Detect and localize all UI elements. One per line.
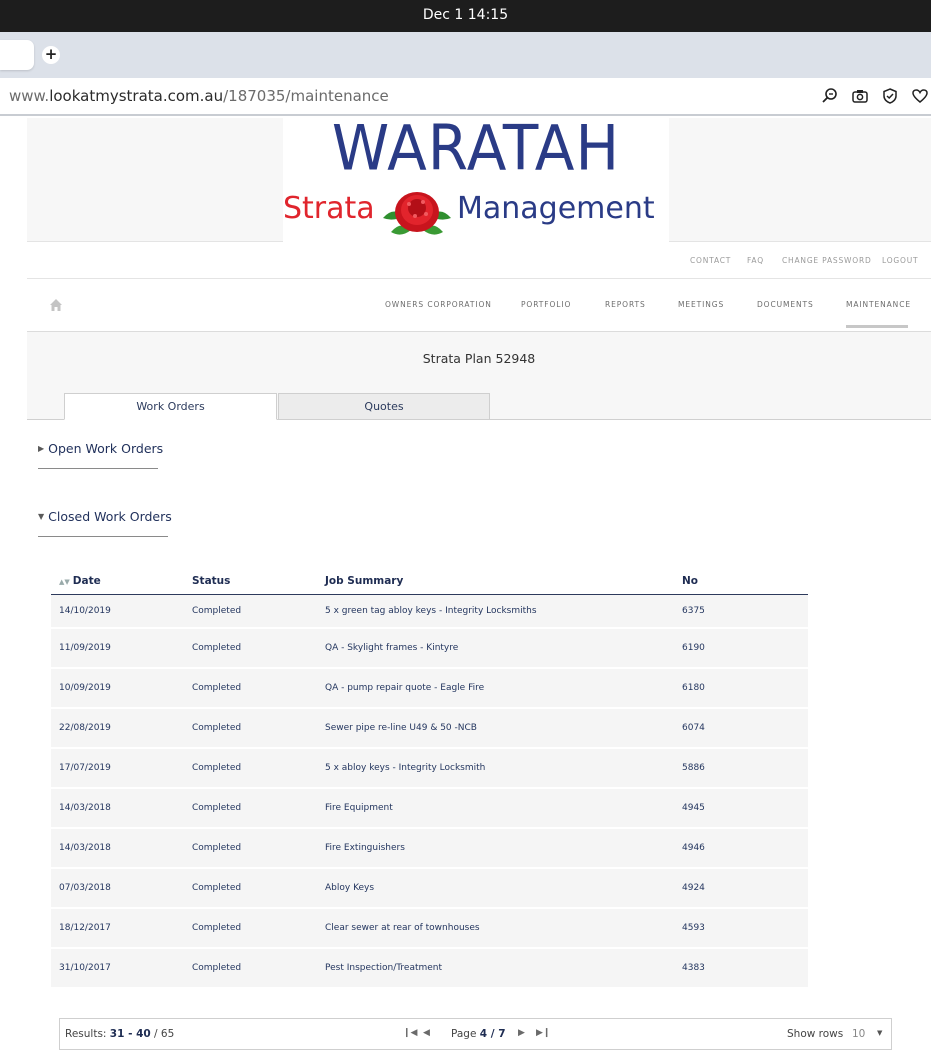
heart-icon[interactable]: [911, 87, 929, 105]
logo-management-text: Management: [457, 191, 655, 226]
browser-tab[interactable]: [0, 40, 34, 70]
logo-strata-text: Strata: [283, 191, 375, 226]
os-top-bar: Dec 1 14:15: [0, 0, 931, 32]
table-row[interactable]: 14/03/2018 Completed Fire Equipment 4945: [51, 788, 808, 829]
table-header-row: ▲▼ Date Status Job Summary No: [51, 568, 808, 595]
tab-quotes[interactable]: Quotes: [278, 393, 490, 420]
table-row[interactable]: 17/07/2019 Completed 5 x abloy keys - Inte…: [51, 748, 808, 789]
work-orders-panel: ▶ Open Work Orders ▼ Closed Work Orders ▲▼…: [27, 420, 931, 1058]
tab-work-orders[interactable]: Work Orders: [64, 393, 277, 420]
section-divider: [38, 468, 158, 469]
table-row[interactable]: 11/09/2019 Completed QA - Skylight frames …: [51, 628, 808, 669]
sort-icon[interactable]: ▲▼: [59, 578, 70, 586]
nav-meetings[interactable]: MEETINGS: [678, 300, 724, 309]
col-header-job-summary[interactable]: Job Summary: [317, 568, 674, 595]
rows-per-page-select[interactable]: 10: [852, 1028, 865, 1040]
prev-page-icon[interactable]: ◀: [423, 1028, 430, 1038]
nav-owners-corporation[interactable]: OWNERS CORPORATION: [385, 300, 492, 309]
open-work-orders-toggle[interactable]: ▶ Open Work Orders: [38, 441, 163, 456]
faq-link[interactable]: FAQ: [747, 256, 764, 265]
page-indicator: Page 4 / 7: [451, 1028, 506, 1040]
nav-reports[interactable]: REPORTS: [605, 300, 646, 309]
col-header-status[interactable]: Status: [184, 568, 317, 595]
table-row[interactable]: 14/10/2019 Completed 5 x green tag abloy k…: [51, 594, 808, 629]
page-content: WARATAH Strata Management CONTACT FAQ CH…: [27, 111, 931, 1058]
dropdown-caret-icon[interactable]: ▼: [877, 1029, 882, 1037]
caret-down-icon: ▼: [38, 512, 45, 521]
contact-link[interactable]: CONTACT: [690, 256, 731, 265]
section-divider: [38, 536, 168, 537]
home-icon[interactable]: [49, 298, 63, 312]
results-count: Results: 31 - 40 / 65: [65, 1028, 175, 1040]
table-row[interactable]: 22/08/2019 Completed Sewer pipe re-line U4…: [51, 708, 808, 749]
closed-work-orders-toggle[interactable]: ▼ Closed Work Orders: [38, 509, 172, 524]
next-page-icon[interactable]: ▶: [518, 1028, 525, 1038]
browser-tab-strip: +: [0, 32, 931, 78]
caret-right-icon: ▶: [38, 444, 45, 453]
camera-icon[interactable]: [851, 87, 869, 105]
logo-title: WARATAH: [331, 111, 621, 185]
col-header-no[interactable]: No: [674, 568, 808, 595]
table-pager: Results: 31 - 40 / 65 ❙◀ ◀ Page 4 / 7 ▶ …: [59, 1018, 892, 1050]
new-tab-button[interactable]: +: [42, 46, 60, 64]
page-title: Strata Plan 52948: [422, 351, 536, 366]
clock: Dec 1 14:15: [422, 7, 509, 23]
utility-links: CONTACT FAQ CHANGE PASSWORD LOGOUT: [27, 242, 931, 279]
change-password-link[interactable]: CHANGE PASSWORD: [782, 256, 872, 265]
url-text[interactable]: www.lookatmystrata.com.au/187035/mainten…: [9, 87, 389, 105]
shield-icon[interactable]: [881, 87, 899, 105]
table-body: 14/10/2019 Completed 5 x green tag abloy k…: [51, 594, 808, 989]
table-row[interactable]: 14/03/2018 Completed Fire Extinguishers 494…: [51, 828, 808, 869]
nav-maintenance[interactable]: MAINTENANCE: [846, 300, 911, 309]
closed-work-orders-table: ▲▼ Date Status Job Summary No 14/10/2019 C…: [51, 568, 808, 989]
last-page-icon[interactable]: ▶❙: [536, 1028, 550, 1038]
show-rows-label: Show rows: [787, 1028, 844, 1040]
table-row[interactable]: 07/03/2018 Completed Abloy Keys 4924: [51, 868, 808, 909]
table-row[interactable]: 10/09/2019 Completed QA - pump repair quot…: [51, 668, 808, 709]
col-header-date[interactable]: ▲▼ Date: [51, 568, 184, 595]
logout-link[interactable]: LOGOUT: [882, 256, 918, 265]
web-page: WARATAH Strata Management CONTACT FAQ CH…: [0, 111, 931, 1058]
table-row[interactable]: 31/10/2017 Completed Pest Inspection/Treat…: [51, 948, 808, 989]
zoom-icon[interactable]: [821, 87, 839, 105]
main-nav: OWNERS CORPORATION PORTFOLIO REPORTS MEE…: [27, 279, 931, 332]
waratah-flower-icon: [383, 192, 451, 235]
header-logo-area: WARATAH Strata Management: [27, 111, 931, 242]
table-row[interactable]: 18/12/2017 Completed Clear sewer at rear o…: [51, 908, 808, 949]
nav-documents[interactable]: DOCUMENTS: [757, 300, 814, 309]
first-page-icon[interactable]: ❙◀: [403, 1028, 417, 1038]
active-nav-indicator: [846, 325, 908, 328]
nav-portfolio[interactable]: PORTFOLIO: [521, 300, 571, 309]
waratah-logo[interactable]: WARATAH Strata Management: [283, 111, 669, 242]
